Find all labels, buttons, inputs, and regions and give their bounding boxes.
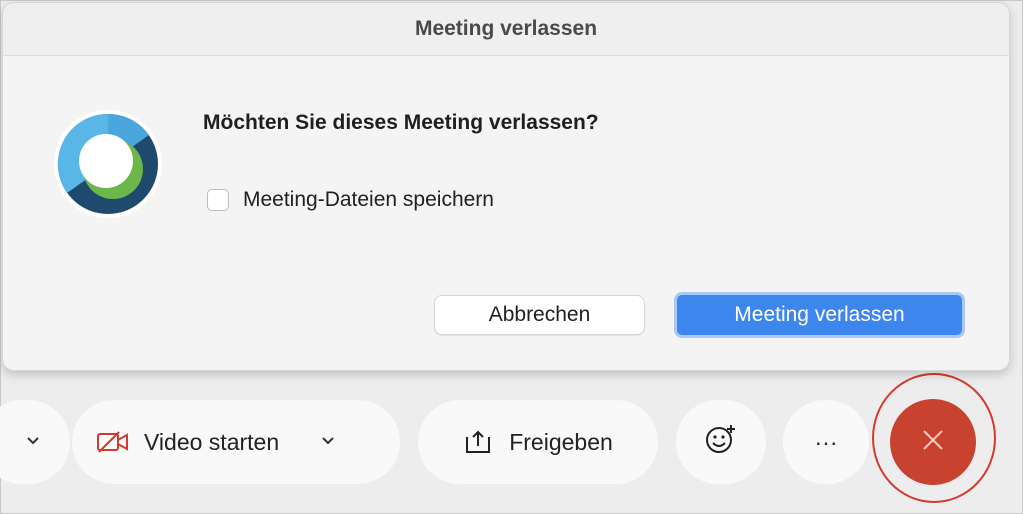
start-video-button[interactable]: Video starten — [72, 400, 400, 484]
chevron-down-icon — [26, 433, 40, 451]
reactions-button[interactable] — [676, 400, 766, 484]
webex-logo-icon — [53, 109, 163, 219]
close-icon — [921, 428, 945, 457]
save-files-label[interactable]: Meeting-Dateien speichern — [243, 188, 494, 212]
dialog-titlebar: Meeting verlassen — [3, 3, 1009, 56]
leave-meeting-button[interactable]: Meeting verlassen — [674, 292, 965, 338]
more-options-button[interactable]: ··· — [783, 400, 869, 484]
audio-options-button[interactable] — [0, 400, 70, 484]
end-meeting-button[interactable] — [890, 399, 976, 485]
dialog-title: Meeting verlassen — [414, 17, 598, 40]
leave-question: Möchten Sie dieses Meeting verlassen? — [203, 111, 599, 134]
more-label: ··· — [814, 428, 838, 455]
cancel-button[interactable]: Abbrechen — [434, 295, 645, 335]
save-files-option[interactable]: Meeting-Dateien speichern — [207, 188, 494, 212]
start-video-label: Video starten — [144, 428, 280, 455]
video-off-icon — [96, 429, 130, 455]
chevron-down-icon[interactable] — [321, 433, 335, 451]
share-label: Freigeben — [509, 428, 613, 455]
share-upload-icon — [463, 429, 493, 455]
share-button[interactable]: Freigeben — [418, 400, 658, 484]
leave-meeting-dialog: Meeting verlassen Möchten Sie dieses Mee… — [2, 2, 1010, 371]
save-files-checkbox[interactable] — [207, 189, 229, 211]
emoji-add-icon — [704, 422, 738, 462]
